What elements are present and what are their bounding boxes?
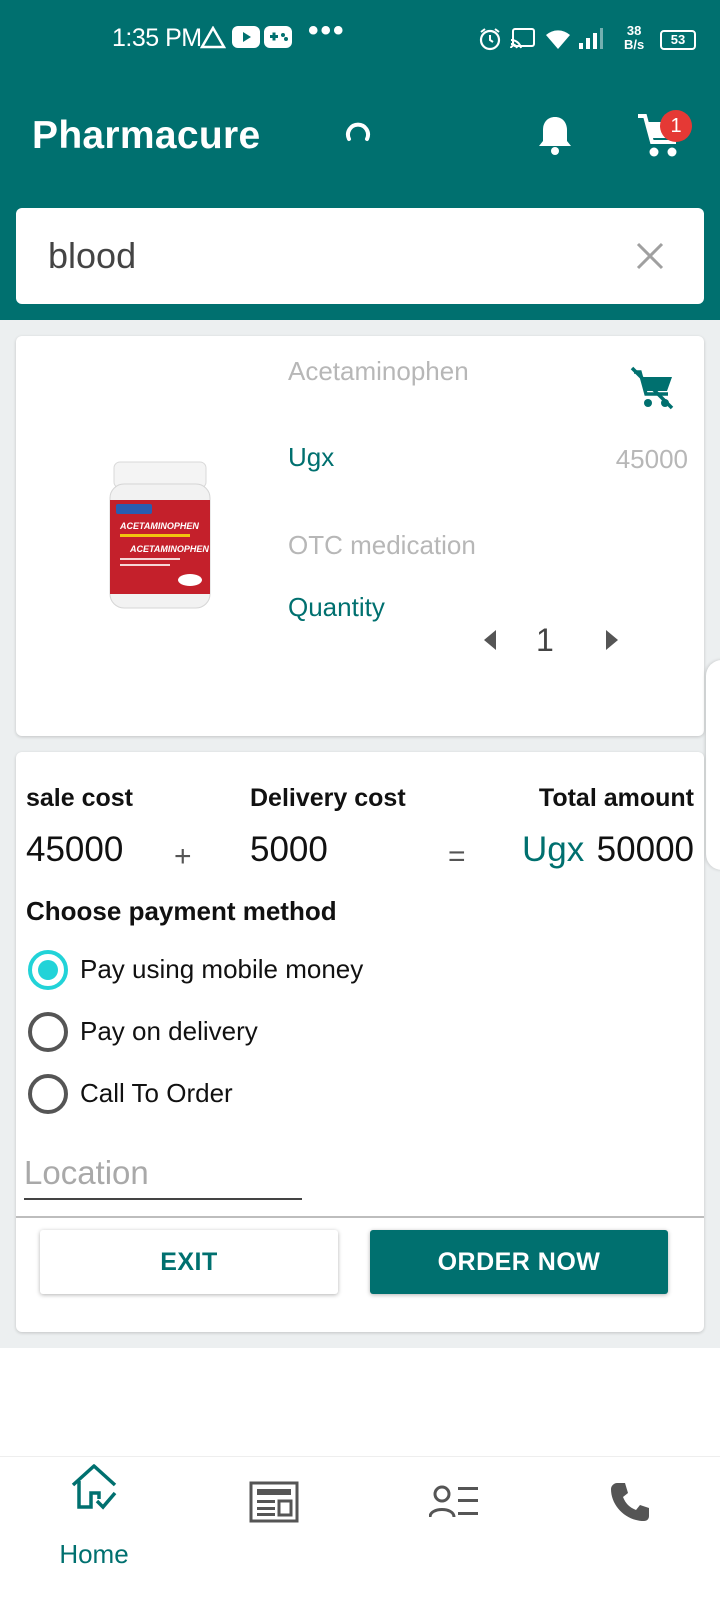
search-input[interactable]: [48, 226, 608, 286]
payment-option-pay-on-delivery[interactable]: Pay on delivery: [26, 1010, 526, 1054]
notification-bell-icon[interactable]: [536, 114, 574, 156]
net-speed: 38 B/s: [624, 23, 645, 52]
phone-icon: [611, 1483, 649, 1521]
product-name: Acetaminophen: [288, 356, 469, 386]
sale-cost-value: 45000: [26, 830, 124, 869]
quantity-increase-icon[interactable]: [606, 630, 618, 650]
game-icon: [264, 26, 292, 48]
radio-unselected-icon[interactable]: [28, 1074, 68, 1114]
svg-text:ACETAMINOPHEN: ACETAMINOPHEN: [129, 544, 209, 554]
location-input[interactable]: [24, 1148, 302, 1200]
payment-option-label: Pay using mobile money: [80, 954, 364, 984]
equals-sign: =: [448, 840, 466, 873]
battery-indicator: 53: [660, 30, 696, 50]
clear-search-icon[interactable]: [634, 240, 666, 272]
payment-option-label: Pay on delivery: [80, 1016, 258, 1046]
product-category: OTC medication: [288, 530, 476, 560]
profile-list-icon: [429, 1485, 478, 1518]
product-currency: Ugx: [288, 442, 335, 472]
product-price: 45000: [615, 444, 688, 474]
radio-selected-icon[interactable]: [28, 950, 68, 990]
alarm-icon: [479, 28, 501, 51]
youtube-icon: [232, 26, 260, 48]
payment-option-label: Call To Order: [80, 1078, 233, 1108]
more-notifications-icon: •••: [308, 14, 346, 47]
total-amount-label: Total amount: [538, 784, 694, 812]
app-bar: 1:35 PM ••• 38 B/s 53 Pharmacure 1 blood: [0, 0, 720, 320]
cast-icon: [510, 28, 535, 49]
status-time: 1:35 PM: [112, 24, 202, 52]
order-now-button[interactable]: ORDER NOW: [370, 1230, 668, 1294]
nav-news[interactable]: [184, 1457, 364, 1600]
divider: [16, 1216, 704, 1218]
search-bar: [16, 208, 704, 304]
svg-text:ACETAMINOPHEN: ACETAMINOPHEN: [119, 521, 199, 531]
product-card: ACETAMINOPHEN ACETAMINOPHEN Acetaminophe…: [16, 336, 704, 736]
quantity-label: Quantity: [288, 592, 385, 622]
news-icon: [249, 1481, 299, 1523]
total-amount-value: 50000: [596, 830, 694, 869]
payment-option-call-to-order[interactable]: Call To Order: [26, 1072, 526, 1116]
remove-from-cart-icon[interactable]: [630, 366, 676, 410]
cart-count-badge: 1: [660, 110, 692, 142]
total-currency: Ugx: [522, 830, 585, 869]
delivery-cost-label: Delivery cost: [250, 784, 406, 812]
quantity-value: 1: [536, 622, 554, 658]
warning-icon: [200, 26, 226, 49]
radio-unselected-icon[interactable]: [28, 1012, 68, 1052]
side-drawer-handle[interactable]: [706, 660, 720, 870]
plus-sign: +: [174, 840, 192, 873]
nav-call[interactable]: [540, 1457, 720, 1600]
signal-icon: [579, 28, 603, 49]
loading-spinner-icon: [346, 122, 370, 141]
nav-home-label: Home: [59, 1539, 129, 1569]
status-bar: 1:35 PM ••• 38 B/s 53: [0, 0, 720, 80]
payment-option-mobile-money[interactable]: Pay using mobile money: [26, 948, 526, 992]
delivery-cost-value: 5000: [250, 830, 328, 869]
exit-button[interactable]: EXIT: [40, 1230, 338, 1294]
payment-method-title: Choose payment method: [26, 896, 337, 926]
quantity-decrease-icon[interactable]: [484, 630, 496, 650]
nav-home[interactable]: Home: [4, 1457, 184, 1600]
sale-cost-label: sale cost: [26, 784, 134, 812]
product-image: ACETAMINOPHEN ACETAMINOPHEN: [109, 461, 211, 609]
wifi-icon: [546, 30, 570, 49]
home-icon: [71, 1464, 117, 1510]
app-title: Pharmacure: [32, 114, 261, 157]
nav-profile[interactable]: [364, 1457, 544, 1600]
bottom-navigation: Home: [0, 1456, 720, 1600]
order-summary-card: sale cost Delivery cost Total amount 450…: [16, 752, 704, 1332]
